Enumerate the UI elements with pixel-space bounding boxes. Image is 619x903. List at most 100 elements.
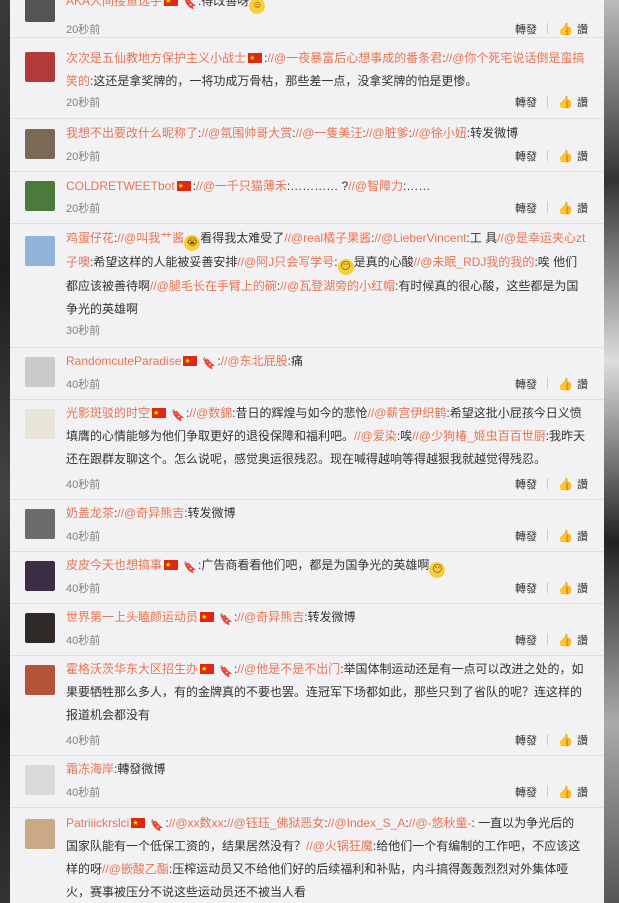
mention-link[interactable]: //@东北屁股 xyxy=(221,354,288,368)
username-link[interactable]: 次次是五仙教地方保护主义小战士 xyxy=(66,51,246,65)
like-button[interactable]: 👍 讚 xyxy=(558,632,588,648)
comment-item: 光影斑驳的时空🔖://@数錦:昔日的辉煌与如今的悲怆//@薪宫伊织鹤:希望这批小… xyxy=(10,400,604,500)
like-button[interactable]: 👍 讚 xyxy=(558,732,588,748)
like-button[interactable]: 👍 讚 xyxy=(558,528,588,544)
avatar[interactable] xyxy=(25,236,55,266)
mention-link[interactable]: //@氛围帅哥大赏 xyxy=(201,126,292,140)
comment-meta: 20秒前 轉發 👍 讚 xyxy=(66,200,596,218)
username-link[interactable]: 世界第一上头瞌颜运动员 xyxy=(66,610,198,624)
mention-link[interactable]: //@他是不是不出门 xyxy=(237,662,340,676)
mention-link[interactable]: //@奇异熊吉 xyxy=(117,506,184,520)
mention-link[interactable]: //@腿毛长在手臂上的碗 xyxy=(150,279,277,293)
china-flag-icon xyxy=(164,0,179,13)
comment-item: 世界第一上头瞌颜运动员🔖://@奇异熊吉:转发微博 40秒前 轉發👍讚 xyxy=(10,604,604,656)
username-link[interactable]: RandomcuteParadise xyxy=(66,354,181,368)
repost-button[interactable]: 轉發 xyxy=(515,376,537,392)
like-button[interactable]: 👍 讚 xyxy=(558,21,588,37)
avatar[interactable] xyxy=(25,52,55,82)
mention-link[interactable]: //@real橘子果酱 xyxy=(284,231,371,245)
mention-link[interactable]: //@瓦登湖旁的小红帽 xyxy=(280,279,395,293)
repost-button[interactable]: 轉發 xyxy=(515,148,537,164)
like-button[interactable]: 👍 讚 xyxy=(558,376,588,392)
avatar[interactable] xyxy=(25,181,55,211)
avatar[interactable] xyxy=(25,357,55,387)
timestamp: 20秒前 xyxy=(66,24,101,36)
mention-link[interactable]: //@爱染 xyxy=(354,429,397,443)
username-link[interactable]: 光影斑驳的时空 xyxy=(66,406,150,420)
timestamp: 20秒前 xyxy=(66,151,101,163)
comment-meta: 20秒前 轉發 👍 讚 xyxy=(66,94,596,112)
repost-button[interactable]: 轉發 xyxy=(515,784,537,800)
avatar[interactable] xyxy=(25,129,55,159)
mention-link[interactable]: //@xx数xx xyxy=(169,816,224,830)
username-link[interactable]: AKA人间接鱼选手 xyxy=(66,0,162,8)
comment-meta: 20秒前 轉發 👍 讚 xyxy=(66,21,596,39)
comment-meta: 40秒前 轉發 👍 讚 xyxy=(66,476,596,494)
avatar[interactable] xyxy=(25,509,55,539)
avatar[interactable] xyxy=(25,561,55,591)
username-link[interactable]: 皮皮今天也想搞事 xyxy=(66,558,162,572)
repost-button[interactable]: 轉發 xyxy=(515,21,537,37)
username-link[interactable]: 霍格沃茨华东大区招生办 xyxy=(66,662,198,676)
china-flag-icon xyxy=(176,175,191,198)
china-flag-icon xyxy=(131,812,146,835)
like-button[interactable]: 👍 讚 xyxy=(558,148,588,164)
mention-link[interactable]: //@智障力 xyxy=(348,179,403,193)
comment-body: 光影斑驳的时空🔖://@数錦:昔日的辉煌与如今的悲怆//@薪宫伊织鹤:希望这批小… xyxy=(66,402,586,471)
like-button[interactable]: 👍 讚 xyxy=(558,94,588,110)
username-link[interactable]: 奶盖龙茶 xyxy=(66,506,114,520)
mention-link[interactable]: //@一夜暴富后心想事成的番条君 xyxy=(267,51,442,65)
comment-meta: 40秒前 轉發 👍 讚 xyxy=(66,376,596,394)
avatar[interactable] xyxy=(25,819,55,849)
mention-link[interactable]: //@奇异熊吉 xyxy=(237,610,304,624)
username-link[interactable]: Patriiickrslci xyxy=(66,816,129,830)
repost-button[interactable]: 轉發 xyxy=(515,200,537,216)
mention-link[interactable]: //@一千只猫薄禾 xyxy=(196,179,287,193)
medal-badge-icon: 🔖 xyxy=(183,0,197,10)
mention-link[interactable]: //@一隻美汪 xyxy=(296,126,363,140)
username-link[interactable]: 鸡蛋仔花 xyxy=(66,231,114,245)
mention-link[interactable]: //@LieberVincent xyxy=(374,231,466,245)
repost-button[interactable]: 轉發 xyxy=(515,580,537,596)
username-link[interactable]: 霜冻海岸 xyxy=(66,762,114,776)
avatar[interactable] xyxy=(25,613,55,643)
thumbs-up-icon: 👍 xyxy=(558,95,573,109)
repost-button[interactable]: 轉發 xyxy=(515,632,537,648)
comment-meta: 40秒前 轉發 👍 讚 xyxy=(66,784,596,802)
mention-link[interactable]: //@数錦 xyxy=(189,406,232,420)
like-button[interactable]: 👍 讚 xyxy=(558,784,588,800)
like-button[interactable]: 👍 讚 xyxy=(558,580,588,596)
avatar[interactable] xyxy=(25,409,55,439)
mention-link[interactable]: //@-悠秋童- xyxy=(409,816,472,830)
repost-button[interactable]: 轉發 xyxy=(515,732,537,748)
thumbs-up-icon: 👍 xyxy=(558,633,573,647)
timestamp: 40秒前 xyxy=(66,479,101,491)
comment-meta: 40秒前 轉發 👍 讚 xyxy=(66,528,596,546)
mention-link[interactable]: //@少狗椿_姬虫百百世厨 xyxy=(412,429,546,443)
thumbs-up-icon: 👍 xyxy=(558,477,573,491)
repost-button[interactable]: 轉發 xyxy=(515,94,537,110)
username-link[interactable]: 我想不出要改什么昵称了 xyxy=(66,126,198,140)
avatar[interactable] xyxy=(25,0,55,22)
repost-button[interactable]: 轉發 xyxy=(515,528,537,544)
comment-item: 奶盖龙茶://@奇异熊吉:转发微博 40秒前 轉發 👍 讚 xyxy=(10,500,604,552)
medal-badge-icon: 🔖 xyxy=(202,358,217,370)
mention-link[interactable]: //@薪宫伊织鹤 xyxy=(368,406,447,420)
avatar[interactable] xyxy=(25,665,55,695)
mention-link[interactable]: //@未眠_RDJ我的我的 xyxy=(414,255,535,269)
mention-link[interactable]: //@嵌酸乙酯 xyxy=(102,862,169,876)
mention-link[interactable]: //@Index_S_A xyxy=(328,816,406,830)
repost-button[interactable]: 轉發 xyxy=(515,476,537,492)
china-flag-icon xyxy=(152,402,167,425)
username-link[interactable]: COLDRETWEETbot xyxy=(66,179,175,193)
avatar[interactable] xyxy=(25,765,55,795)
mention-link[interactable]: //@阿J只会写学号 xyxy=(237,255,334,269)
mention-link[interactable]: //@钰珏_佛狱恶女 xyxy=(227,816,325,830)
like-button[interactable]: 👍 讚 xyxy=(558,476,588,492)
mention-link[interactable]: //@叫我艹酱 xyxy=(117,231,184,245)
mention-link[interactable]: //@火锅狂魔 xyxy=(306,839,373,853)
mention-link[interactable]: //@徐小妞 xyxy=(412,126,467,140)
mention-link[interactable]: //@脏爹 xyxy=(366,126,409,140)
comment-text: :得改善呀 xyxy=(198,0,250,8)
like-button[interactable]: 👍 讚 xyxy=(558,200,588,216)
